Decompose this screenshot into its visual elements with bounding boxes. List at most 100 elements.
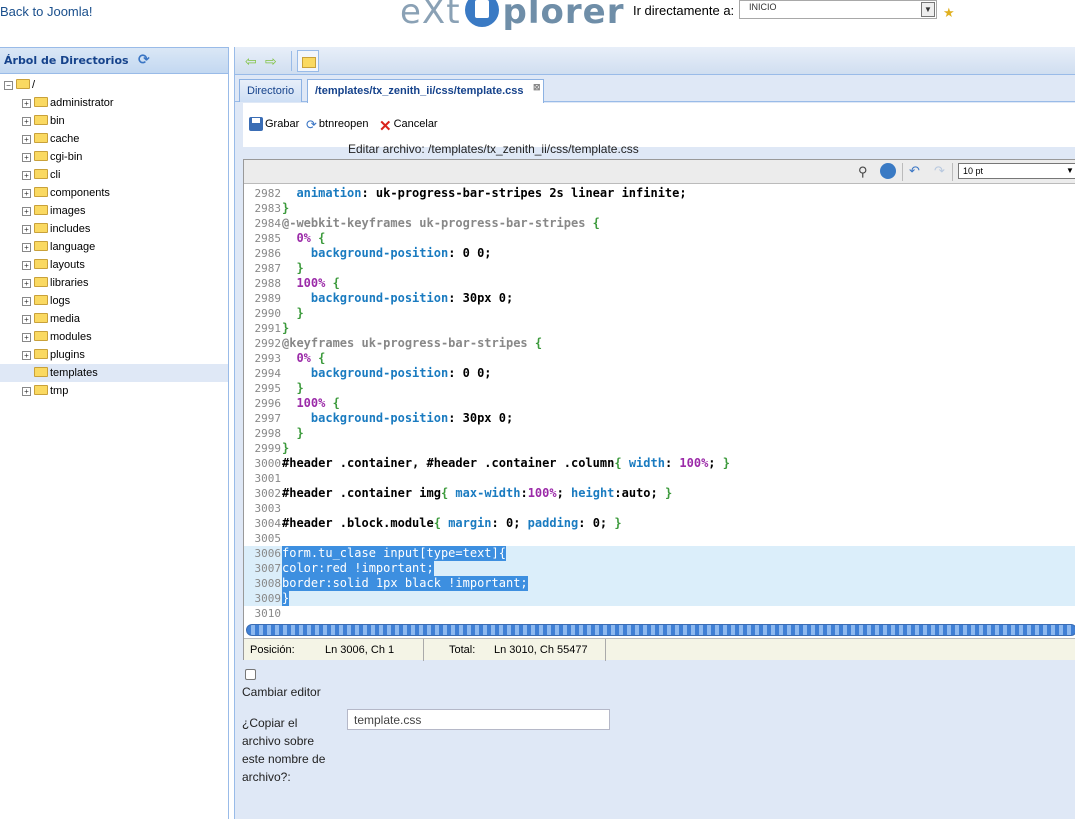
tree-item-cache[interactable]: + cache — [0, 130, 228, 148]
code-line[interactable]: 2997 background-position: 30px 0; — [244, 411, 1075, 426]
code-line[interactable]: 2994 background-position: 0 0; — [244, 366, 1075, 381]
code-line[interactable]: 3009} — [244, 591, 1075, 606]
code-line[interactable]: 2993 0% { — [244, 351, 1075, 366]
goto-select[interactable]: INICIO ▼ — [739, 0, 937, 19]
tab-directorio[interactable]: Directorio — [239, 79, 303, 102]
code-line[interactable]: 2999} — [244, 441, 1075, 456]
code-line[interactable]: 3001 — [244, 471, 1075, 486]
tab-template-css[interactable]: /templates/tx_zenith_ii/css/template.css… — [307, 79, 545, 103]
tree-item-cli[interactable]: + cli — [0, 166, 228, 184]
line-text[interactable]: } — [282, 201, 289, 216]
expand-icon[interactable]: + — [22, 206, 31, 216]
code-line[interactable]: 3008border:solid 1px black !important; — [244, 576, 1075, 591]
tree-item-layouts[interactable]: + layouts — [0, 256, 228, 274]
redo-icon[interactable]: ↷ — [934, 163, 945, 179]
tree-item-libraries[interactable]: + libraries — [0, 274, 228, 292]
code-line[interactable]: 2988 100% { — [244, 276, 1075, 291]
tree-item-components[interactable]: + components — [0, 184, 228, 202]
code-line[interactable]: 3000#header .container, #header .contain… — [244, 456, 1075, 471]
line-text[interactable]: background-position: 30px 0; — [282, 411, 513, 426]
tree-item-images[interactable]: + images — [0, 202, 228, 220]
code-line[interactable]: 3002#header .container img{ max-width:10… — [244, 486, 1075, 501]
expand-icon[interactable]: + — [22, 116, 31, 126]
line-text[interactable]: } — [282, 426, 303, 441]
font-size-select[interactable]: 10 pt ▼ — [958, 163, 1075, 179]
goto-line-icon[interactable] — [880, 163, 896, 179]
collapse-icon[interactable]: − — [4, 80, 13, 90]
code-line[interactable]: 2995 } — [244, 381, 1075, 396]
expand-icon[interactable]: + — [22, 98, 31, 108]
tree-item-includes[interactable]: + includes — [0, 220, 228, 238]
line-text[interactable]: 100% { — [282, 276, 339, 291]
tree-root[interactable]: − / — [0, 76, 228, 94]
expand-icon[interactable]: + — [22, 134, 31, 144]
save-button[interactable]: Grabar — [249, 117, 299, 131]
binoculars-search-icon[interactable]: ⚲ — [858, 164, 868, 180]
refresh-icon[interactable]: ⟳ — [138, 52, 154, 68]
expand-icon[interactable]: + — [22, 260, 31, 270]
line-text[interactable]: 0% { — [282, 351, 325, 366]
folder-up-button[interactable] — [297, 50, 319, 72]
code-line[interactable]: 3004#header .block.module{ margin: 0; pa… — [244, 516, 1075, 531]
code-line[interactable]: 2983} — [244, 201, 1075, 216]
cancel-button[interactable]: ✕ Cancelar — [379, 117, 438, 135]
code-line[interactable]: 2982 animation: uk-progress-bar-stripes … — [244, 186, 1075, 201]
expand-icon[interactable]: + — [22, 170, 31, 180]
line-text[interactable]: } — [282, 261, 303, 276]
back-arrow-icon[interactable]: ⇦ — [245, 53, 257, 70]
change-editor-checkbox[interactable] — [245, 669, 256, 680]
tree-item-language[interactable]: + language — [0, 238, 228, 256]
line-text[interactable]: #header .block.module{ margin: 0; paddin… — [282, 516, 622, 531]
tree-item-cgi-bin[interactable]: + cgi-bin — [0, 148, 228, 166]
chevron-down-icon[interactable]: ▼ — [921, 2, 935, 17]
expand-icon[interactable]: + — [22, 278, 31, 288]
tree-item-bin[interactable]: + bin — [0, 112, 228, 130]
code-line[interactable]: 2990 } — [244, 306, 1075, 321]
code-line[interactable]: 2985 0% { — [244, 231, 1075, 246]
code-editor[interactable]: ⚲ ↶ ↷ 10 pt ▼ 2982 animation: uk-progress… — [243, 159, 1075, 661]
tree-item-templates[interactable]: templates — [0, 364, 228, 382]
line-text[interactable]: color:red !important; — [282, 561, 434, 576]
close-icon[interactable]: ⊠ — [533, 82, 541, 93]
line-text[interactable]: background-position: 30px 0; — [282, 291, 513, 306]
undo-icon[interactable]: ↶ — [909, 163, 920, 179]
line-text[interactable]: #header .container, #header .container .… — [282, 456, 730, 471]
code-line[interactable]: 2998 } — [244, 426, 1075, 441]
expand-icon[interactable]: + — [22, 296, 31, 306]
line-text[interactable]: form.tu_clase input[type=text]{ — [282, 546, 506, 561]
expand-icon[interactable]: + — [22, 242, 31, 252]
chevron-down-icon[interactable]: ▼ — [1064, 164, 1075, 178]
favorite-star-icon[interactable]: ★ — [943, 5, 955, 21]
line-text[interactable]: } — [282, 321, 289, 336]
line-text[interactable]: } — [282, 441, 289, 456]
line-text[interactable]: background-position: 0 0; — [282, 246, 492, 261]
expand-icon[interactable]: + — [22, 224, 31, 234]
forward-arrow-icon[interactable]: ⇨ — [265, 53, 277, 70]
code-line[interactable]: 3003 — [244, 501, 1075, 516]
expand-icon[interactable]: + — [22, 386, 31, 396]
expand-icon[interactable] — [22, 369, 31, 378]
line-text[interactable]: background-position: 0 0; — [282, 366, 492, 381]
code-line[interactable]: 3006form.tu_clase input[type=text]{ — [244, 546, 1075, 561]
line-text[interactable]: } — [282, 381, 303, 396]
copy-filename-input[interactable] — [347, 709, 610, 730]
code-line[interactable]: 2991} — [244, 321, 1075, 336]
code-line[interactable]: 3010 — [244, 606, 1075, 621]
expand-icon[interactable]: + — [22, 314, 31, 324]
tree-item-tmp[interactable]: + tmp — [0, 382, 228, 400]
line-text[interactable]: } — [282, 306, 303, 321]
tree-item-media[interactable]: + media — [0, 310, 228, 328]
line-text[interactable]: @keyframes uk-progress-bar-stripes { — [282, 336, 542, 351]
back-to-joomla-link[interactable]: Back to Joomla! — [0, 4, 93, 19]
reopen-button[interactable]: ⟳ btnreopen — [306, 117, 368, 132]
code-line[interactable]: 2989 background-position: 30px 0; — [244, 291, 1075, 306]
expand-icon[interactable]: + — [22, 152, 31, 162]
code-line[interactable]: 2996 100% { — [244, 396, 1075, 411]
horizontal-scrollbar[interactable] — [246, 624, 1075, 636]
code-line[interactable]: 3005 — [244, 531, 1075, 546]
line-text[interactable]: 0% { — [282, 231, 325, 246]
code-line[interactable]: 2992@keyframes uk-progress-bar-stripes { — [244, 336, 1075, 351]
expand-icon[interactable]: + — [22, 350, 31, 360]
line-text[interactable]: border:solid 1px black !important; — [282, 576, 528, 591]
line-text[interactable]: animation: uk-progress-bar-stripes 2s li… — [282, 186, 686, 201]
